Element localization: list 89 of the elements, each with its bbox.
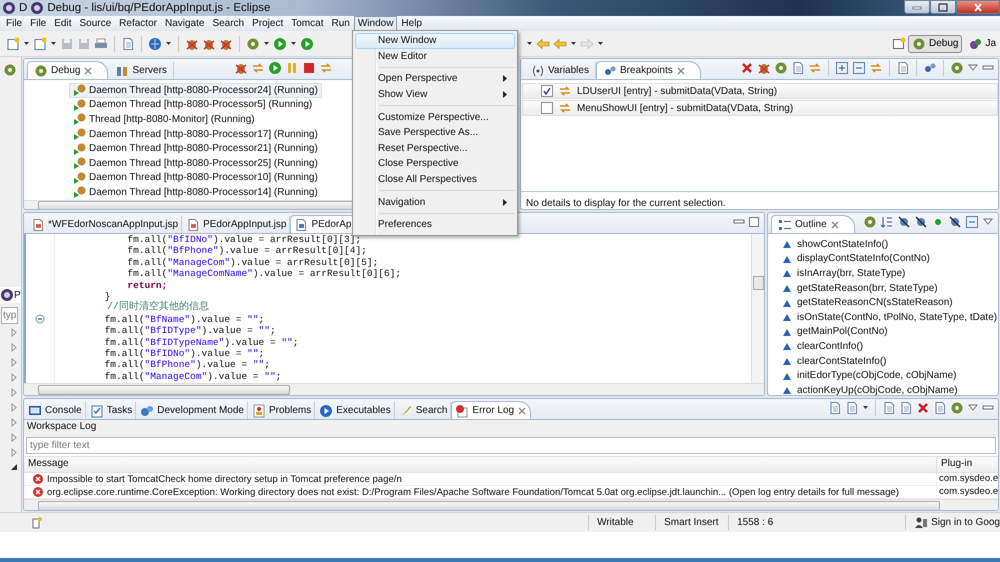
menu-bar-item[interactable]: Edit [50, 16, 76, 31]
thread-item[interactable]: Daemon Thread [http-8080-Processor10] (Running) [69, 170, 322, 186]
code-line: fm.all("BfIDTypeName").value = ""; [104, 336, 298, 348]
menu-item[interactable]: New Window [355, 33, 515, 49]
thread-item[interactable]: Daemon Thread [http-8080-Processor17] (Running) [69, 126, 322, 142]
menu-bar-item[interactable]: Window [354, 16, 398, 31]
table-cell: com.sysdeo.e [939, 473, 998, 484]
thread-item[interactable]: Daemon Thread [http-8080-Processor5] (Running) [69, 98, 316, 112]
filter-field[interactable]: type filter text [26, 437, 996, 454]
thread-item[interactable]: Daemon Thread [http-8080-Processor21] (Running) [69, 141, 322, 156]
column-header[interactable]: Message [24, 457, 936, 472]
menu-item[interactable]: Customize Perspective... [355, 109, 515, 125]
filter-field[interactable]: typ [1, 307, 18, 324]
menu-bar-item[interactable]: Project [248, 16, 288, 31]
view-tab[interactable]: P [0, 287, 21, 303]
code-line: fm.all("ManageCom").value = arrResult[0][5]; [126, 256, 378, 268]
view-tab[interactable]: Debug [27, 61, 108, 79]
code-line: fm.all("ManageCom").value = ""; [104, 370, 282, 382]
menu-bar-item[interactable]: Navigate [160, 16, 208, 31]
status-field: Writable [588, 515, 656, 530]
menu-bar-item[interactable]: Refactor [115, 16, 161, 31]
outline-item[interactable]: showContStateInfo() [797, 238, 888, 250]
view-tab[interactable]: Breakpoints [596, 61, 701, 79]
window-title: Debug - lis/ui/bq/PEdorAppInput.js - Eclipse [47, 2, 270, 14]
perspective-button[interactable]: Ja [964, 34, 1000, 52]
menu-bar-item[interactable]: File [2, 16, 26, 31]
breakpoint-row[interactable]: MenuShowUI [entry] - submitData(VData, String) [522, 100, 998, 116]
view-tab[interactable]: Console [24, 401, 86, 419]
code-line: fm.all("BfIDNo").value = ""; [104, 348, 264, 360]
view-tab[interactable]: PEdorAppInput.jsp [182, 215, 290, 233]
code-comment: //同时清空其他的信息 [107, 302, 210, 314]
menu-bar-item[interactable]: Run [327, 16, 354, 31]
code-line: fm.all("BfIDType").value = ""; [104, 325, 276, 337]
window-title: D [19, 2, 28, 14]
code-line: } [104, 290, 110, 302]
menu-item[interactable]: Save Perspective As... [355, 124, 515, 141]
code-line: fm.all("BfIDNo").value = arrResult[0][3]; [126, 234, 362, 246]
code-line: fm.all("ManageComName").value = arrResult[0][6]; [126, 268, 402, 280]
breakpoint-label: LDUserUI [entry] - submitData(VData, String) [577, 86, 778, 96]
menu-bar-item[interactable]: Source [75, 16, 116, 31]
thread-item[interactable]: Daemon Thread [http-8080-Processor24] (Running) [69, 83, 322, 98]
outline-item[interactable]: initEdorType(cObjCode, cObjName) [797, 370, 957, 382]
view-tab[interactable]: Problems [248, 401, 316, 419]
table-cell: org.eclipse.core.runtime.CoreException: Working directory does not exist: D:/Program Files/Apache Software Foundation/Tomcat 5.0at org.eclipse.jdt.launchin... (Open log entry details for full message) [47, 486, 899, 498]
table-cell: Impossible to start TomcatCheck home directory setup in Tomcat preference page/n [47, 474, 402, 484]
outline-item[interactable]: isOnState(ContNo, tPolNo, StateType, tDate) [797, 312, 998, 323]
view-tab[interactable]: Servers [108, 61, 174, 79]
menu-bar-item[interactable]: Tomcat [287, 16, 328, 31]
view-tab[interactable]: Development Mode [136, 401, 248, 419]
outline-item[interactable]: isInArray(brr, StateType) [797, 268, 906, 279]
table-cell: com.sysdeo.e [939, 486, 998, 497]
view-tab[interactable]: Executables [315, 401, 395, 419]
menu-bar-item[interactable]: Search [208, 16, 248, 31]
outline-item[interactable]: actionKeyUp(cObjCode, cObjName) [797, 384, 958, 395]
status-field: 1558 : 6 [728, 515, 806, 530]
view-tab[interactable]: Outline [771, 215, 855, 233]
code-line: fm.all("BfName").value = ""; [104, 314, 264, 326]
code-line: fm.all("BfPhone").value = arrResult[0][4]; [126, 245, 367, 257]
menu-bar-item[interactable]: Help [397, 16, 426, 31]
menu-item[interactable]: Close All Perspectives [355, 172, 515, 188]
outline-item[interactable]: clearContInfo() [797, 340, 864, 352]
menu-item[interactable]: Reset Perspective... [355, 140, 515, 156]
outline-item[interactable]: getMainPol(ContNo) [797, 326, 888, 338]
menu-item[interactable]: New Editor [355, 48, 515, 64]
sign-in-link[interactable]: Sign in to Goog [931, 515, 1000, 530]
outline-item[interactable]: clearContStateInfo() [797, 356, 886, 367]
perspective-button[interactable]: Debug [908, 34, 962, 52]
view-tab[interactable]: *WFEdorNoscanAppInput.jsp [27, 215, 182, 233]
details-text: No details to display for the current selection. [525, 197, 727, 209]
code-line: fm.all("BfPhone").value = ""; [104, 359, 270, 371]
breakpoint-row[interactable]: LDUserUI [entry] - submitData(VData, String) [522, 83, 998, 99]
menu-item[interactable]: Close Perspective [355, 156, 515, 172]
code-line: return; [126, 280, 168, 291]
menu-item[interactable]: Navigation [355, 194, 515, 210]
breakpoint-label: MenuShowUI [entry] - submitData(VData, String) [577, 102, 794, 114]
thread-item[interactable]: Thread [http-8080-Monitor] (Running) [69, 112, 259, 127]
status-field: Smart Insert [655, 515, 728, 530]
view-tab[interactable]: Error Log [451, 401, 532, 419]
thread-item[interactable]: Daemon Thread [http-8080-Processor25] (Running) [69, 156, 322, 171]
view-tab[interactable]: Tasks [86, 401, 136, 419]
menu-bar-item[interactable]: File [26, 16, 50, 31]
log-title: Workspace Log [24, 420, 998, 437]
menu-item[interactable]: Show View [355, 86, 515, 102]
menu-item[interactable]: Open Perspective [355, 71, 515, 87]
outline-item[interactable]: getStateReason(brr, StateType) [797, 282, 938, 294]
thread-item[interactable]: Daemon Thread [http-8080-Processor14] (Running) [69, 185, 322, 200]
outline-item[interactable]: getStateReasonCN(sStateReason) [797, 297, 953, 308]
column-header[interactable]: Plug-in [936, 457, 998, 472]
outline-item[interactable]: displayContStateInfo(ContNo) [797, 253, 930, 264]
